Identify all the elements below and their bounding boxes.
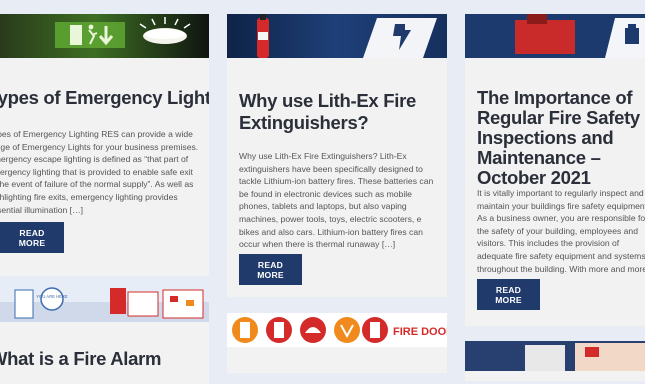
fire-door-logo-text: FIRE DOOR xyxy=(393,326,447,338)
post-card-fire-door: FIRE DOOR xyxy=(227,313,447,373)
lith-ex-extinguisher-image[interactable] xyxy=(227,14,447,58)
read-more-button[interactable]: READ MORE xyxy=(239,254,302,285)
fire-safety-inspection-image[interactable] xyxy=(465,14,645,58)
post-title[interactable]: Why use Lith-Ex Fire Extinguishers? xyxy=(239,90,439,134)
post-excerpt: Why use Lith-Ex Fire Extinguishers? Lith… xyxy=(239,151,434,250)
post-card-fire-safety-inspections: The Importance of Regular Fire Safety In… xyxy=(465,14,645,326)
post-title[interactable]: Types of Emergency Lighting xyxy=(0,87,209,109)
post-title[interactable]: What is a Fire Alarm xyxy=(0,348,209,370)
post-card-partial xyxy=(465,341,645,381)
post-card-lith-ex: Why use Lith-Ex Fire Extinguishers? Why … xyxy=(227,14,447,297)
post-card-fire-alarm: YOU ARE HERE What is a Fire Alarm xyxy=(0,284,209,384)
post-excerpt: Types of Emergency Lighting RES can prov… xyxy=(0,129,199,215)
read-more-button[interactable]: READ MORE xyxy=(477,279,540,310)
fire-safety-products-image[interactable] xyxy=(465,341,645,371)
plan-marker-label: YOU ARE HERE xyxy=(36,294,68,299)
post-excerpt: It is vitally important to regularly ins… xyxy=(477,188,645,274)
fire-alarm-floor-plan-image[interactable]: YOU ARE HERE xyxy=(0,284,209,322)
fire-door-signs-image[interactable]: FIRE DOOR xyxy=(227,313,447,347)
post-title[interactable]: The Importance of Regular Fire Safety In… xyxy=(477,88,645,188)
emergency-exit-sign-image[interactable] xyxy=(0,14,209,58)
post-card-emergency-lighting: Types of Emergency Lighting Types of Eme… xyxy=(0,14,209,276)
read-more-button[interactable]: READ MORE xyxy=(0,222,64,253)
